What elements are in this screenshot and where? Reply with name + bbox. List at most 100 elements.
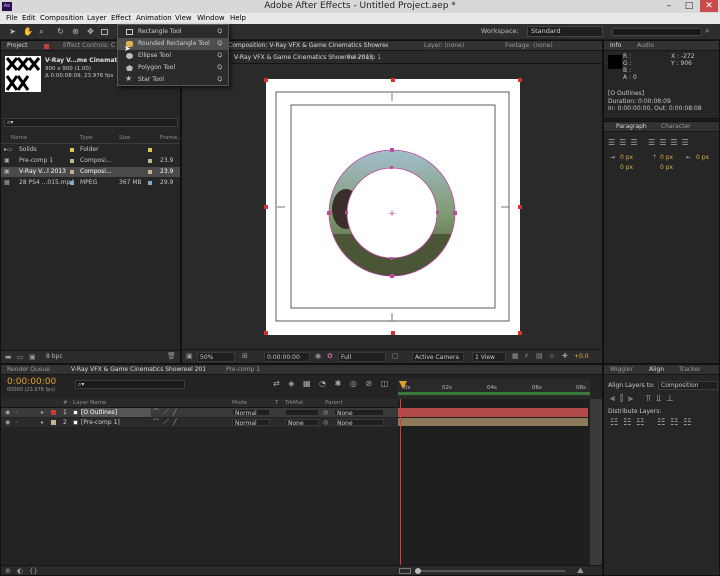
exposure-reset-icon[interactable]: ✚	[562, 352, 568, 360]
tab-tracker[interactable]: Tracker	[679, 365, 701, 375]
new-folder-icon[interactable]: ▭	[17, 353, 24, 361]
project-item[interactable]: ▣ Pre-comp 1 Composi... 23.9	[1, 156, 180, 166]
timeline-icon[interactable]: ▤	[536, 352, 543, 360]
timeline-switch-icons[interactable]: ⇄ ◈ ▦ ◔ ✱ ◎ ⊘ ◫	[273, 379, 391, 388]
layer-handle[interactable]	[518, 205, 522, 209]
menu-composition[interactable]: Composition	[40, 14, 84, 22]
layer-name[interactable]: [O Outlines]	[81, 408, 151, 417]
tab-wiggler[interactable]: Wiggler	[610, 365, 633, 375]
toggle-pixel-aspect-icon[interactable]: ▦	[512, 352, 519, 360]
new-composition-icon[interactable]: ▣	[29, 353, 36, 361]
hand-tool-icon[interactable]: ✋	[23, 27, 33, 36]
camera-tool-icon[interactable]: ⊛	[71, 27, 80, 36]
close-button[interactable]: ✕	[700, 0, 718, 12]
quality-switch-icon[interactable]: ／	[163, 408, 169, 417]
track-area[interactable]	[398, 399, 590, 565]
quality-switch-icon[interactable]: ／	[163, 418, 169, 427]
menu-file[interactable]: File	[6, 14, 18, 22]
layer-label-color[interactable]	[51, 420, 56, 425]
trkmat-select[interactable]: None	[285, 419, 319, 427]
project-item[interactable]: ▸▭ Solids Folder	[1, 145, 180, 155]
parent-pickwhip-icon[interactable]: ◎	[323, 418, 328, 427]
tab-project[interactable]: Project	[7, 41, 28, 51]
breadcrumb-precomp[interactable]: Pre-comp 1	[347, 54, 381, 61]
col-mode[interactable]: Mode	[232, 400, 247, 406]
timeline-timecode[interactable]: 0:00:00:00	[7, 377, 56, 387]
audio-icon[interactable]: ◦	[15, 418, 19, 427]
tab-align[interactable]: Align	[649, 365, 664, 375]
menu-animation[interactable]: Animation	[136, 14, 172, 22]
indent-left-value[interactable]: 0 px	[620, 154, 633, 161]
timeline-search-input[interactable]: ⌕▾	[75, 380, 185, 389]
search-help-input[interactable]	[612, 28, 702, 36]
visibility-eye-icon[interactable]: ◉	[5, 408, 10, 417]
interpret-footage-icon[interactable]: ▬	[5, 353, 12, 361]
tab-render-queue[interactable]: Render Queue	[7, 365, 50, 375]
layer-handle[interactable]	[391, 331, 395, 335]
zoom-slider[interactable]	[415, 570, 565, 572]
col-frame[interactable]: Frame...	[160, 135, 182, 141]
col-t[interactable]: T	[275, 400, 278, 406]
project-search-input[interactable]: ⌕▾	[4, 118, 178, 127]
layer-name[interactable]: [Pre-comp 1]	[81, 418, 151, 427]
menu-item-star-tool[interactable]: ★ Star Tool Q	[118, 74, 228, 86]
minimize-button[interactable]: –	[660, 0, 678, 12]
menu-help[interactable]: Help	[230, 14, 246, 22]
alignment-buttons[interactable]: ☰☰☰ ☰☰☰☰	[608, 138, 693, 147]
tab-layer[interactable]: Layer: (none)	[424, 41, 464, 51]
label-color-swatch[interactable]	[148, 181, 152, 185]
view-layout-select[interactable]: 1 View	[472, 352, 506, 362]
project-item[interactable]: ▦ 28 PS4 ...015.mp4 MPEG 367 MB 29.9	[1, 178, 180, 188]
mode-select[interactable]: Normal	[232, 409, 270, 417]
parent-select[interactable]: None	[334, 419, 384, 427]
col-layer-name[interactable]: Layer Name	[73, 400, 106, 406]
menu-window[interactable]: Window	[197, 14, 225, 22]
region-of-interest-icon[interactable]: ▢	[392, 352, 399, 360]
tab-main-comp[interactable]: V-Ray VFX & Game Cinematics Showreel 201…	[71, 365, 205, 375]
space-before-value[interactable]: 0 px	[620, 164, 633, 171]
work-area-bar[interactable]	[398, 392, 590, 395]
label-color-swatch[interactable]	[70, 170, 74, 174]
menu-item-ellipse-tool[interactable]: Ellipse Tool Q	[118, 50, 228, 62]
expand-arrow-icon[interactable]: ▸	[41, 418, 44, 427]
time-ruler[interactable]: 0s 02s 04s 06s 08s	[398, 379, 590, 399]
distribute-buttons[interactable]: ☷☷☷ ☷☷☷	[610, 418, 696, 428]
menu-edit[interactable]: Edit	[22, 14, 36, 22]
label-color-swatch[interactable]	[70, 148, 74, 152]
tab-effect-controls[interactable]: Effect Controls: C	[63, 41, 123, 51]
expand-switches-icon[interactable]: {}	[29, 567, 38, 575]
pan-behind-tool-icon[interactable]: ✥	[86, 27, 95, 36]
menu-layer[interactable]: Layer	[87, 14, 107, 22]
shape-tool-icon[interactable]	[101, 29, 108, 35]
zoom-select[interactable]: 50%	[197, 352, 235, 362]
bpc-toggle[interactable]: 8 bpc	[46, 353, 63, 360]
col-trkmat[interactable]: TrkMat	[285, 400, 303, 406]
menu-item-rounded-rectangle-tool[interactable]: Rounded Rectangle Tool Q	[118, 38, 228, 50]
tab-footage[interactable]: Footage: (none)	[505, 41, 553, 51]
layer-handle[interactable]	[264, 331, 268, 335]
camera-select[interactable]: Active Camera	[412, 352, 464, 362]
safe-zones-icon[interactable]: ⊞	[242, 352, 248, 360]
parent-select[interactable]: None	[334, 409, 384, 417]
tab-info[interactable]: Info	[610, 41, 621, 51]
tab-composition[interactable]: Composition: V-Ray VFX & Game Cinematics…	[228, 41, 388, 51]
col-index[interactable]: #	[63, 400, 68, 406]
fast-previews-icon[interactable]: ⚡	[524, 352, 529, 360]
layer-label-color[interactable]	[51, 410, 56, 415]
label-color-swatch[interactable]	[148, 170, 152, 174]
layer-handle[interactable]	[391, 78, 395, 82]
col-parent[interactable]: Parent	[325, 400, 343, 406]
channel-icon[interactable]: ✿	[327, 352, 333, 360]
trash-icon[interactable]: 🗑	[167, 352, 176, 360]
always-preview-icon[interactable]: ▣	[186, 352, 193, 360]
layer-row[interactable]: ◉ ◦ ▸ 1 [O Outlines] ⌒ ／ ╱ Normal ◎ None	[1, 408, 398, 417]
expand-transfer-icon[interactable]: ◐	[17, 567, 23, 575]
workspace-select[interactable]: Standard	[527, 26, 603, 37]
layer-handle[interactable]	[518, 331, 522, 335]
fx-switch-icon[interactable]: ╱	[173, 408, 177, 417]
zoom-slider-handle[interactable]	[415, 568, 421, 574]
expand-arrow-icon[interactable]: ▸	[41, 408, 44, 417]
rotate-tool-icon[interactable]: ↻	[56, 27, 65, 36]
comp-flowchart-icon[interactable]: ⊕	[5, 567, 11, 575]
space-after-value[interactable]: 0 px	[660, 164, 673, 171]
